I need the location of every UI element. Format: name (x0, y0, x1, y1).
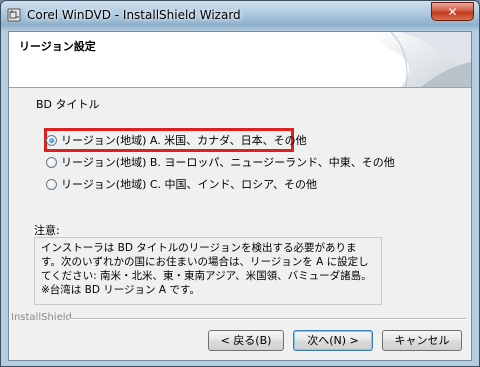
installer-window: Corel WinDVD - InstallShield Wizard ✕ リー… (0, 0, 480, 367)
region-option-c[interactable]: リージョン(地域) C. 中国、インド、ロシア、その他 (46, 176, 317, 192)
back-button[interactable]: < 戻る(B) (208, 330, 284, 351)
region-option-b[interactable]: リージョン(地域) B. ヨーロッパ、ニュージーランド、中東、その他 (46, 154, 395, 170)
window-title: Corel WinDVD - InstallShield Wizard (27, 8, 241, 22)
radio-unchecked-icon[interactable] (46, 178, 57, 190)
installshield-brand: InstallShield (11, 312, 72, 323)
installshield-divider: InstallShield (9, 312, 471, 324)
radio-checked-icon[interactable] (46, 134, 57, 146)
wizard-header: リージョン設定 (9, 32, 471, 88)
title-bar[interactable]: Corel WinDVD - InstallShield Wizard ✕ (1, 1, 479, 31)
note-label: 注意: (34, 224, 60, 237)
app-icon (7, 8, 21, 22)
radio-unchecked-icon[interactable] (46, 156, 57, 168)
region-option-a[interactable]: リージョン(地域) A. 米国、カナダ、日本、その他 (46, 132, 307, 148)
region-option-label: リージョン(地域) C. 中国、インド、ロシア、その他 (61, 178, 317, 191)
note-text: インストーラは BD タイトルのリージョンを検出する必要があります。次のいずれか… (34, 237, 382, 305)
bd-title-label: BD タイトル (36, 98, 100, 111)
disc-banner-icon (371, 32, 471, 87)
region-option-label: リージョン(地域) B. ヨーロッパ、ニュージーランド、中東、その他 (61, 156, 395, 169)
wizard-body: リージョン設定 BD タイトル リージョン(地域) A. 米国、カナダ、日本、そ… (8, 31, 472, 361)
close-icon: ✕ (447, 5, 458, 19)
close-button[interactable]: ✕ (431, 2, 474, 21)
cancel-button[interactable]: キャンセル (382, 330, 462, 351)
page-title: リージョン設定 (19, 40, 96, 53)
divider-line (69, 318, 466, 320)
next-button[interactable]: 次へ(N) > (293, 330, 373, 351)
region-option-label: リージョン(地域) A. 米国、カナダ、日本、その他 (61, 134, 307, 147)
